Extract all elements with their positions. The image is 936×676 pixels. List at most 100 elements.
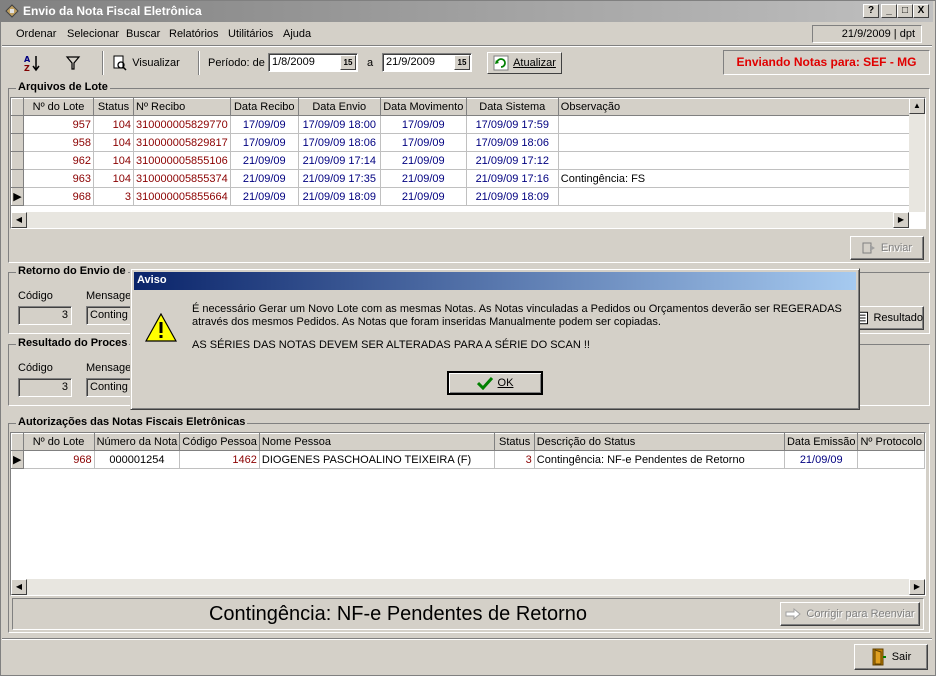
cell-data-recibo: 17/09/09 — [230, 115, 299, 134]
lotes-hscroll[interactable]: ◀ ▶ — [11, 212, 909, 228]
cell-data-movimento: 21/09/09 — [380, 187, 467, 206]
cell-status: 3 — [93, 187, 134, 206]
cell-status: 104 — [93, 169, 134, 188]
col-header[interactable]: Data Sistema — [465, 98, 559, 116]
autorizacoes-header-row: Nº do Lote Número da Nota Código Pessoa … — [11, 433, 925, 451]
col-header[interactable]: Nº Protocolo — [857, 433, 925, 451]
retorno-codigo-label: Código — [18, 290, 53, 302]
menu-bar: Ordenar Selecionar Buscar Relatórios Uti… — [2, 24, 932, 44]
calendar-to-icon[interactable]: 15 — [454, 55, 470, 70]
filter-button[interactable] — [58, 51, 88, 75]
row-indicator — [11, 133, 24, 152]
resultado-button[interactable]: Resultado — [856, 306, 924, 330]
ok-button[interactable]: OK — [447, 371, 543, 395]
app-icon — [5, 4, 19, 18]
table-row[interactable]: 962 104 310000005855106 21/09/09 21/09/0… — [11, 151, 915, 170]
cell-data-envio: 17/09/09 18:06 — [298, 133, 381, 152]
col-header[interactable]: Nº Recibo — [133, 98, 231, 116]
sort-button[interactable]: A Z — [16, 51, 48, 75]
atualizar-button[interactable]: Atualizar — [487, 52, 562, 74]
dialog-line-2: através dos mesmos Pedidos. As Notas que… — [192, 316, 661, 328]
cell-lote: 957 — [23, 115, 94, 134]
row-indicator — [11, 169, 24, 188]
a-label: a — [367, 57, 374, 69]
col-header[interactable]: Nº do Lote — [22, 433, 95, 451]
col-header[interactable]: Data Movimento — [379, 98, 467, 116]
divider — [2, 638, 932, 640]
menu-ajuda[interactable]: Ajuda — [283, 28, 311, 40]
col-header[interactable]: Status — [494, 433, 535, 451]
enviando-status: Enviando Notas para: SEF - MG — [723, 50, 930, 75]
autorizacoes-grid[interactable]: Nº do Lote Número da Nota Código Pessoa … — [10, 432, 926, 596]
cell-data-envio: 17/09/09 18:00 — [298, 115, 381, 134]
table-row[interactable]: ▶ 968 3 310000005855664 21/09/09 21/09/0… — [11, 187, 915, 206]
close-button[interactable]: X — [913, 4, 929, 18]
menu-buscar[interactable]: Buscar — [126, 28, 160, 40]
col-header[interactable]: Status — [93, 98, 134, 116]
scroll-right-icon[interactable]: ▶ — [909, 579, 925, 595]
cell-observacao: Contingência: FS — [558, 169, 915, 188]
visualizar-button[interactable]: Visualizar — [110, 51, 182, 75]
maximize-button[interactable]: □ — [897, 4, 913, 18]
calendar-from-icon[interactable]: 15 — [340, 55, 356, 70]
col-header[interactable]: Descrição do Status — [533, 433, 785, 451]
menu-utilitarios[interactable]: Utilitários — [228, 28, 273, 40]
sair-button[interactable]: Sair — [854, 644, 928, 670]
session-status: 21/9/2009 | dpt — [812, 25, 922, 43]
cell-data-movimento: 17/09/09 — [380, 133, 467, 152]
col-header[interactable]: Número da Nota — [93, 433, 181, 451]
cell-lote: 963 — [23, 169, 94, 188]
indicator-header — [11, 98, 24, 116]
col-header[interactable]: Data Recibo — [229, 98, 299, 116]
cell-lote: 968 — [23, 187, 94, 206]
lotes-vscroll[interactable]: ▲ — [909, 98, 925, 212]
help-button[interactable]: ? — [863, 4, 879, 18]
cell-recibo: 310000005829817 — [133, 133, 231, 152]
checkmark-icon — [476, 376, 493, 390]
col-header[interactable]: Data Envio — [297, 98, 381, 116]
table-row[interactable]: 957 104 310000005829770 17/09/09 17/09/0… — [11, 115, 915, 134]
scroll-left-icon[interactable]: ◀ — [11, 212, 27, 228]
status-big-text: Contingência: NF-e Pendentes de Retorno — [208, 603, 587, 625]
cell-data-recibo: 21/09/09 — [230, 169, 299, 188]
menu-ordenar[interactable]: Ordenar — [16, 28, 56, 40]
cell-codigo-pessoa: 1462 — [179, 450, 260, 469]
scroll-right-icon[interactable]: ▶ — [893, 212, 909, 228]
dialog-line-3: AS SÉRIES DAS NOTAS DEVEM SER ALTERADAS … — [192, 339, 590, 351]
col-header[interactable]: Nº do Lote — [23, 98, 94, 116]
table-row[interactable]: 958 104 310000005829817 17/09/09 17/09/0… — [11, 133, 915, 152]
menu-relatorios[interactable]: Relatórios — [169, 28, 219, 40]
toolbar-divider — [102, 51, 104, 75]
dialog-spacer — [192, 329, 842, 339]
lotes-title: Arquivos de Lote — [16, 81, 110, 93]
cell-status: 104 — [93, 115, 134, 134]
minimize-button[interactable]: _ — [881, 4, 897, 18]
retorno-mensagem-label: Mensage — [86, 290, 132, 302]
cell-recibo: 310000005855664 — [133, 187, 231, 206]
svg-text:A: A — [24, 55, 31, 64]
scroll-up-icon[interactable]: ▲ — [909, 98, 925, 114]
lotes-table: Nº do Lote Status Nº Recibo Data Recibo … — [11, 98, 915, 206]
table-row[interactable]: 963 104 310000005855374 21/09/09 21/09/0… — [11, 169, 915, 188]
col-header[interactable]: Código Pessoa — [179, 433, 260, 451]
row-indicator — [11, 115, 24, 134]
autorizacoes-hscroll[interactable]: ◀ ▶ — [11, 579, 925, 595]
send-icon — [862, 242, 875, 254]
periodo-label: Período: de — [208, 57, 265, 69]
cell-recibo: 310000005855374 — [133, 169, 231, 188]
col-header[interactable]: Nome Pessoa — [258, 433, 496, 451]
col-header[interactable]: Observação — [557, 98, 915, 116]
lotes-grid[interactable]: Nº do Lote Status Nº Recibo Data Recibo … — [10, 97, 926, 229]
retorno-mensagem-field: Conting — [86, 306, 136, 325]
cell-data-sistema: 17/09/09 17:59 — [466, 115, 559, 134]
title-bar: Envio da Nota Fiscal Eletrônica ? _ □ X — [1, 1, 933, 22]
scroll-left-icon[interactable]: ◀ — [11, 579, 27, 595]
retorno-title: Retorno do Envio de — [16, 265, 128, 277]
col-header[interactable]: Data Emissão — [783, 433, 859, 451]
cell-protocolo — [857, 450, 925, 469]
corrigir-button[interactable]: Corrigir para Reenviar — [780, 602, 920, 626]
table-row[interactable]: ▶ 968 000001254 1462 DIOGENES PASCHOALIN… — [11, 450, 925, 469]
enviar-button[interactable]: Enviar — [850, 236, 924, 260]
menu-selecionar[interactable]: Selecionar — [67, 28, 119, 40]
toolbar: A Z Visualizar Período: de 1/8/2009 15 a… — [2, 47, 932, 79]
